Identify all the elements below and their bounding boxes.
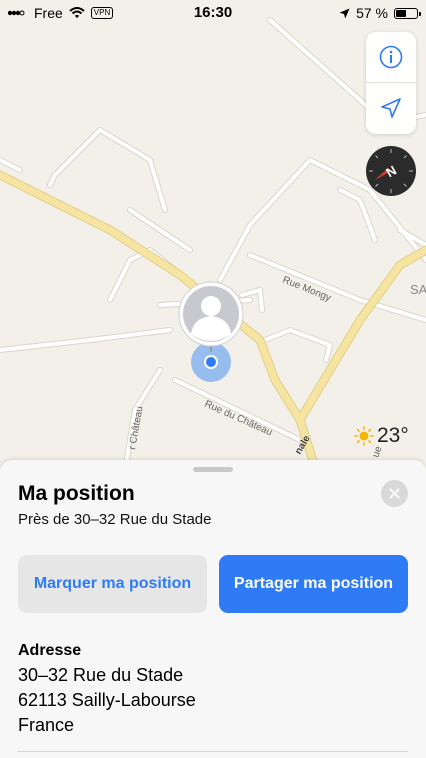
info-button[interactable] bbox=[366, 32, 416, 83]
temperature-label: 23° bbox=[377, 424, 409, 447]
address-street: 30–32 Rue du Stade bbox=[18, 665, 184, 685]
compass-button[interactable]: N bbox=[366, 146, 416, 196]
track-location-button[interactable] bbox=[366, 83, 416, 133]
battery-icon bbox=[394, 7, 421, 19]
location-services-icon bbox=[339, 8, 350, 18]
sun-icon bbox=[354, 426, 374, 446]
info-icon bbox=[379, 45, 403, 69]
address-label: Adresse bbox=[18, 642, 82, 659]
location-arrow-icon bbox=[381, 98, 401, 118]
close-icon bbox=[389, 488, 400, 499]
place-label-sa: SA bbox=[410, 282, 426, 297]
close-button[interactable] bbox=[381, 480, 408, 507]
mark-location-button[interactable]: Marquer ma position bbox=[18, 555, 207, 613]
sheet-subtitle: Près de 30–32 Rue du Stade bbox=[18, 511, 212, 528]
compass-icon: N bbox=[366, 146, 416, 196]
map-controls bbox=[366, 32, 416, 134]
status-bar: Free VPN 16:30 57 % bbox=[0, 0, 426, 26]
weather-widget: 23° bbox=[354, 424, 409, 448]
map-view[interactable]: Rue Mongy Rue du Château r Château nale … bbox=[0, 0, 426, 470]
address-country: France bbox=[18, 715, 75, 735]
sheet-title: Ma position bbox=[18, 482, 135, 505]
sheet-grabber[interactable] bbox=[193, 467, 233, 472]
share-location-button[interactable]: Partager ma position bbox=[219, 555, 408, 613]
battery-percentage: 57 % bbox=[356, 5, 388, 21]
location-sheet: Ma position Près de 30–32 Rue du Stade M… bbox=[0, 460, 426, 758]
divider bbox=[18, 751, 408, 752]
address-city: 62113 Sailly-Labourse bbox=[18, 690, 196, 710]
